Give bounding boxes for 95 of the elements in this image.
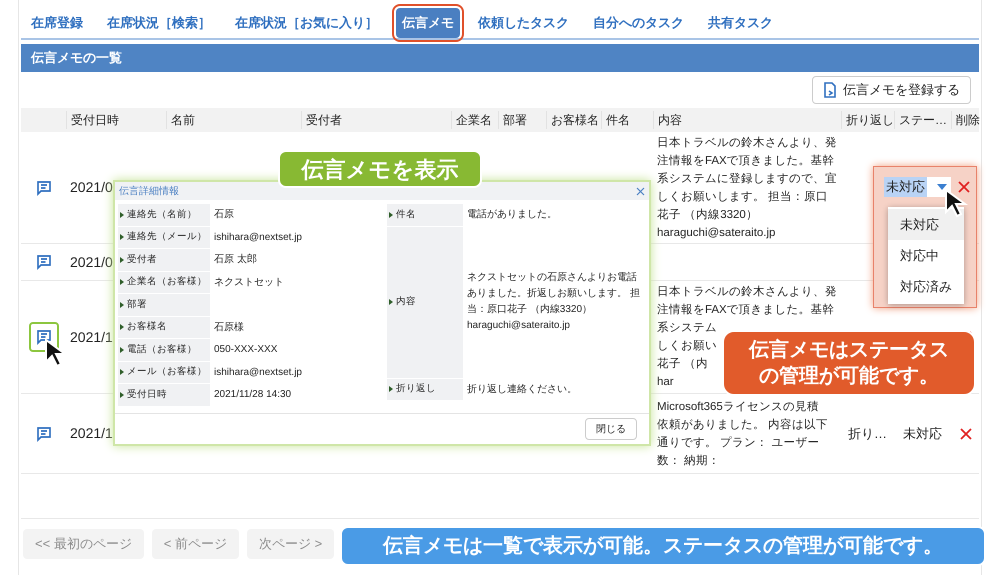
field-label: 部署 bbox=[118, 294, 210, 316]
status-option[interactable]: 対応中 bbox=[888, 240, 964, 271]
memo-line: 花子 （内線3320） bbox=[657, 208, 758, 222]
memo-line: har bbox=[657, 375, 674, 390]
field-label: お客様名 bbox=[118, 316, 210, 338]
field-value: 石原 bbox=[213, 208, 235, 222]
memo-line: 注情報をFAXで頂きました。基幹 bbox=[657, 302, 835, 318]
column-header: お客様名 bbox=[546, 111, 601, 129]
column-header: 受付者 bbox=[301, 111, 451, 129]
field-label: 件名 bbox=[387, 204, 463, 226]
register-button[interactable]: 伝言メモを登録する bbox=[812, 76, 971, 104]
tab[interactable]: 在席登録 bbox=[25, 8, 89, 38]
triangle-icon bbox=[120, 392, 124, 398]
memo-line: 系システムに登録しますので、宜 bbox=[657, 171, 837, 186]
field-label: 受付日時 bbox=[118, 384, 210, 406]
message-icon bbox=[34, 178, 52, 196]
memo-line: 通りです。 プラン： ユーザー bbox=[657, 435, 820, 450]
callout-banner: 伝言メモを表示 bbox=[278, 150, 482, 188]
memo-line: 系システム bbox=[657, 320, 717, 336]
column-header: 内容 bbox=[653, 111, 841, 129]
status-select[interactable]: 未対応 bbox=[884, 177, 951, 196]
memo-line: 依頼がありました。 内容は以下 bbox=[657, 417, 828, 432]
triangle-icon bbox=[120, 212, 124, 218]
field-label: 連絡先（メール） bbox=[118, 226, 210, 248]
memo-line: 花子 （内 bbox=[657, 356, 708, 372]
field-value: 電話がありました。 bbox=[467, 208, 557, 222]
caret-icon bbox=[937, 184, 947, 190]
callout-banner: 伝言メモは一覧で表示が可能。ステータスの管理が可能です。 bbox=[340, 526, 986, 566]
memo-line: 注情報をFAXで頂きました。基幹 bbox=[657, 153, 835, 168]
date-cell-text: 2021/0 bbox=[69, 252, 114, 272]
message-icon bbox=[34, 253, 52, 271]
date-cell-text: 2021/1 bbox=[69, 424, 114, 443]
memo-line: Microsoft365ライセンスの見積 bbox=[657, 400, 819, 414]
status-option[interactable]: 対応済み bbox=[888, 271, 964, 302]
column-header: 削除 bbox=[951, 111, 981, 129]
column-header: 折り返し bbox=[841, 111, 894, 129]
triangle-icon bbox=[389, 386, 393, 392]
column-header: 受付日時 bbox=[66, 111, 166, 129]
document-icon bbox=[823, 82, 837, 98]
field-value: 2021/11/28 14:30 bbox=[213, 388, 292, 402]
tab[interactable]: 自分へのタスク bbox=[587, 8, 690, 38]
delete-icon[interactable] bbox=[959, 426, 973, 440]
memo-line: haraguchi@sateraito.jp bbox=[657, 226, 776, 240]
field-label: 電話（お客様） bbox=[118, 339, 210, 360]
field-value: ネクストセット bbox=[213, 276, 285, 290]
tab[interactable]: 依頼したタスク bbox=[472, 8, 575, 38]
field-value: 石原様 bbox=[213, 320, 245, 335]
panel-header: 伝言メモの一覧 bbox=[21, 44, 979, 72]
triangle-icon bbox=[389, 299, 393, 305]
memo-line: 数： 納期： bbox=[657, 454, 720, 468]
column-header: 件名 bbox=[601, 111, 653, 129]
field-label: 企業名（お客様） bbox=[118, 272, 210, 293]
callout-banner: 伝言メモはステータス の管理が可能です。 bbox=[722, 330, 976, 396]
reply-cell-text: 折り… bbox=[848, 424, 887, 443]
field-value: 折り返し連絡ください。 bbox=[467, 382, 577, 397]
column-header: 名前 bbox=[166, 111, 301, 129]
triangle-icon bbox=[120, 256, 124, 263]
tab[interactable]: 共有タスク bbox=[702, 8, 779, 38]
column-header: 企業名 bbox=[451, 111, 498, 129]
status-option[interactable]: 未対応 bbox=[888, 209, 964, 240]
dialog-title: 伝言詳細情報 bbox=[119, 184, 179, 198]
triangle-icon bbox=[120, 369, 124, 376]
field-value: ishihara@nextset.jp bbox=[213, 230, 303, 245]
field-label: 連絡先（名前） bbox=[118, 204, 210, 226]
triangle-icon bbox=[120, 346, 124, 353]
triangle-icon bbox=[389, 212, 393, 218]
tab[interactable]: 在席状況［検索］ bbox=[101, 8, 217, 38]
date-cell-text: 2021/1 bbox=[69, 328, 114, 346]
field-label: 受付者 bbox=[118, 249, 210, 270]
triangle-icon bbox=[120, 324, 124, 330]
field-label: 折り返し bbox=[387, 378, 463, 400]
tab[interactable]: 伝言メモ bbox=[396, 8, 460, 38]
field-label: メール（お客様） bbox=[118, 362, 210, 383]
close-button[interactable]: 閉じる bbox=[585, 418, 637, 440]
tab[interactable]: 在席状況［お気に入り］ bbox=[229, 8, 384, 38]
status-cell-text: 未対応 bbox=[903, 424, 942, 443]
field-value: 石原 太郎 bbox=[213, 252, 258, 268]
field-value: 050-XXX-XXX bbox=[213, 343, 278, 358]
field-value: ishihara@nextset.jp bbox=[213, 366, 303, 380]
triangle-icon bbox=[120, 279, 124, 286]
memo-line: しくお願いします。 担当：原口 bbox=[657, 190, 828, 204]
memo-line: しくお願い bbox=[657, 339, 717, 354]
memo-line: 日本トラベルの鈴木さんより、発 bbox=[657, 284, 837, 300]
delete-icon[interactable] bbox=[957, 180, 971, 194]
column-header: 部署 bbox=[498, 111, 546, 129]
field-label: 内容 bbox=[387, 226, 463, 378]
message-icon bbox=[34, 328, 52, 346]
close-icon[interactable] bbox=[636, 186, 645, 196]
column-header: ステー… bbox=[894, 111, 951, 129]
date-cell-text: 2021/0 bbox=[69, 178, 114, 197]
triangle-icon bbox=[120, 234, 124, 240]
memo-line: 日本トラベルの鈴木さんより、発 bbox=[657, 136, 837, 150]
message-icon bbox=[34, 424, 52, 442]
field-value: ネクストセットの石原さんよりお電話ありました。折返しお願いします。 担当：原口花子 （内線3320） haraguchi@sateraito.jp bbox=[467, 270, 641, 333]
triangle-icon bbox=[120, 302, 124, 308]
